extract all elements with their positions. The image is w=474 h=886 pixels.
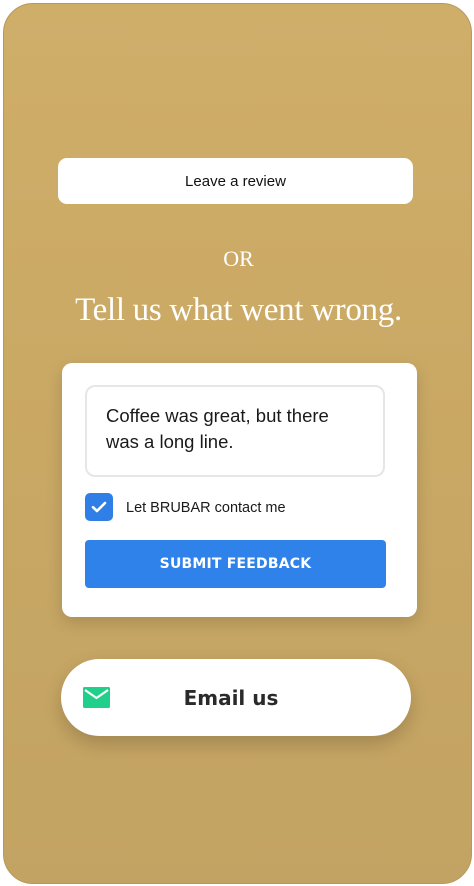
checkmark-icon xyxy=(91,501,107,513)
feedback-input[interactable]: Coffee was great, but there was a long l… xyxy=(85,385,385,477)
feedback-card: Coffee was great, but there was a long l… xyxy=(62,363,417,617)
email-us-label: Email us xyxy=(183,685,279,710)
phone-screen: Leave a review OR Tell us what went wron… xyxy=(3,3,472,884)
leave-review-button[interactable]: Leave a review xyxy=(58,158,413,204)
or-divider: OR xyxy=(223,246,254,271)
email-us-button[interactable]: Email us xyxy=(61,659,411,736)
contact-checkbox[interactable] xyxy=(85,493,113,521)
contact-checkbox-label: Let BRUBAR contact me xyxy=(126,500,286,516)
page-title: Tell us what went wrong. xyxy=(75,292,402,328)
submit-feedback-button[interactable]: SUBMIT FEEDBACK xyxy=(85,540,386,588)
